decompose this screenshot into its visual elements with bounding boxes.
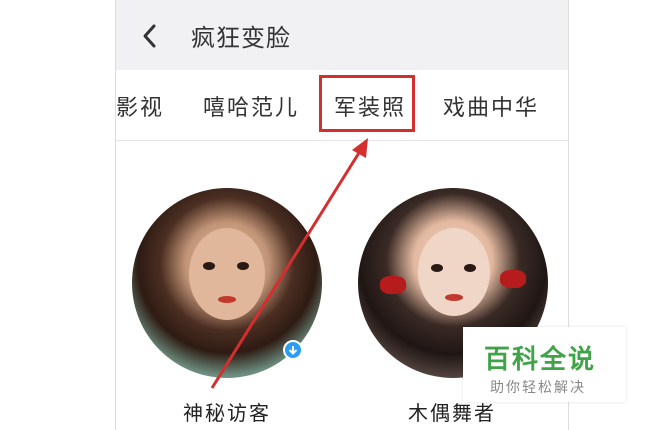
watermark-logo: 百科全说 助你轻松解决 (463, 327, 626, 402)
watermark-subtitle: 助你轻松解决 (490, 380, 586, 396)
watermark-title: 百科全说 (484, 345, 597, 375)
